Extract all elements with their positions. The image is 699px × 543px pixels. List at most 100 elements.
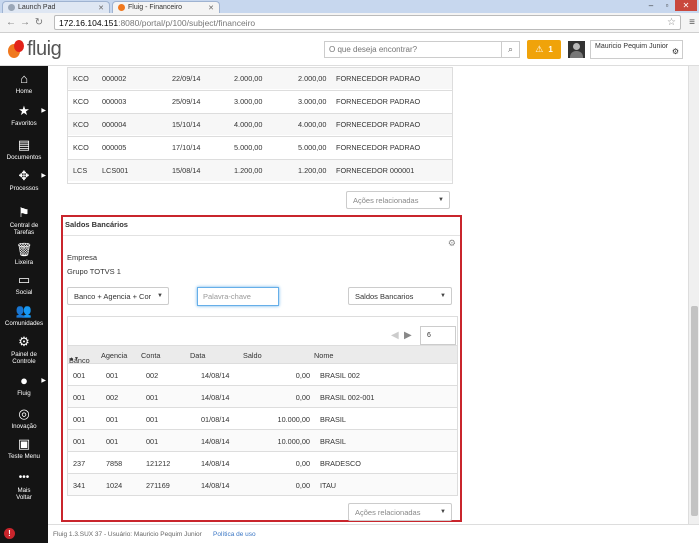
bank-balances-grid: ◀ ▶ 6 Banco ▲▼ Agencia Conta Data Saldo … — [67, 316, 458, 496]
main-content: KCO 000002 22/09/14 2.000,00 2.000,00 FO… — [48, 66, 688, 524]
search-icon[interactable]: ⌕ — [501, 42, 519, 57]
view-select-dropdown[interactable]: Saldos Bancarios ▼ — [348, 287, 452, 305]
caret-down-icon: ▼ — [440, 293, 446, 299]
browser-tab-bar: Launch Pad ✕ Fluig - Financeiro ✕ – ▫ ✕ — [0, 0, 699, 13]
table-row[interactable]: 001 001 001 01/08/14 10.000,00 BRASIL — [68, 407, 457, 429]
titles-table: KCO 000002 22/09/14 2.000,00 2.000,00 FO… — [67, 67, 453, 184]
table-row[interactable]: 341 1024 271169 14/08/14 0,00 ITAU — [68, 473, 457, 495]
tab-label: Fluig - Financeiro — [128, 4, 183, 11]
table-row[interactable]: KCO 000005 17/10/14 5.000,00 5.000,00 FO… — [68, 136, 452, 158]
sidebar-item-teste-menu[interactable]: ▣ Teste Menu — [0, 436, 48, 461]
innovation-icon: ◎ — [18, 406, 30, 421]
sidebar-item-lixeira[interactable]: 🗑 Lixeira — [0, 242, 48, 267]
fluig-logo[interactable]: fluig — [8, 38, 62, 61]
related-actions-dropdown-top[interactable]: Ações relacionadas ▼ — [346, 191, 450, 209]
previous-page-icon[interactable]: ◀ — [391, 330, 399, 341]
maximize-icon[interactable]: ▫ — [659, 0, 675, 11]
app-header: fluig ⌕ ⚠ 1 Mauricio Pequim Junior ⚙ — [0, 33, 699, 66]
table-row[interactable]: KCO 000003 25/09/14 3.000,00 3.000,00 FO… — [68, 90, 452, 112]
reload-icon[interactable]: ↻ — [32, 17, 46, 28]
sidebar-item-comunidades[interactable]: 👥 Comunidades — [0, 303, 48, 328]
logo-text: fluig — [27, 38, 62, 60]
sidebar-item-processos[interactable]: ✥ Processos ▶ — [0, 169, 48, 193]
divider — [63, 235, 460, 236]
info-icon[interactable]: ! — [4, 528, 15, 539]
sidebar-item-central-tarefas[interactable]: ⚑ Central de Tarefas — [0, 206, 48, 237]
notifications-button[interactable]: ⚠ 1 — [527, 40, 561, 59]
sidebar-item-painel-controle[interactable]: ⚙ Painel de Controle — [0, 334, 48, 366]
url-path: :8080/portal/p/100/subject/financeiro — [118, 17, 256, 28]
sort-icon: ▲▼ — [69, 356, 79, 362]
test-menu-icon: ▣ — [17, 436, 31, 451]
next-page-icon[interactable]: ▶ — [404, 330, 412, 341]
social-icon: ▭ — [17, 272, 31, 287]
sidebar: ⌂ Home ★ Favoritos ▶ ▤ Documentos ✥ Processos… — [0, 66, 48, 524]
column-header-conta[interactable]: Conta — [141, 351, 160, 360]
table-row[interactable]: KCO 000002 22/09/14 2.000,00 2.000,00 FO… — [68, 67, 452, 89]
trash-icon: 🗑 — [15, 242, 33, 257]
table-row[interactable]: KCO 000004 15/10/14 4.000,00 4.000,00 FO… — [68, 113, 452, 135]
column-header-data[interactable]: Data — [190, 351, 205, 360]
scrollbar-thumb[interactable] — [691, 306, 698, 516]
caret-down-icon: ▼ — [157, 293, 163, 299]
sidebar-item-inovacao[interactable]: ◎ Inovação — [0, 406, 48, 431]
global-search: ⌕ — [324, 41, 520, 58]
browser-menu-icon[interactable]: ≡ — [689, 17, 695, 28]
sidebar-item-home[interactable]: ⌂ Home — [0, 71, 48, 96]
table-row[interactable]: LCS LCS001 15/08/14 1.200,00 1.200,00 FO… — [68, 159, 452, 181]
bank-balances-widget: Saldos Bancários ⚙ Empresa Grupo TOTVS 1… — [61, 215, 462, 522]
chevron-right-icon: ▶ — [41, 173, 46, 179]
home-icon: ⌂ — [20, 71, 28, 86]
filter-field-dropdown[interactable]: Banco + Agencia + Cor ▼ — [67, 287, 169, 305]
grid-header: Banco ▲▼ Agencia Conta Data Saldo Nome — [68, 345, 457, 365]
table-row[interactable]: 237 7858 121212 14/08/14 0,00 BRADESCO — [68, 451, 457, 473]
fluig-favicon-icon — [118, 4, 125, 11]
user-menu[interactable]: Mauricio Pequim Junior ⚙ — [590, 40, 683, 59]
sidebar-item-voltar[interactable]: Voltar — [0, 494, 48, 501]
launch-pad-favicon-icon — [8, 4, 15, 11]
usage-policy-link[interactable]: Política de uso — [213, 531, 256, 538]
pager: ◀ ▶ 6 — [68, 326, 457, 346]
control-panel-icon: ⚙ — [18, 334, 30, 349]
sidebar-item-favoritos[interactable]: ★ Favoritos ▶ — [0, 104, 48, 128]
sidebar-item-social[interactable]: ▭ Social — [0, 272, 48, 297]
keyword-input[interactable]: Palavra-chave — [197, 287, 279, 306]
column-header-saldo[interactable]: Saldo — [243, 351, 262, 360]
page-scrollbar[interactable] — [688, 66, 699, 524]
sidebar-item-documentos[interactable]: ▤ Documentos — [0, 138, 48, 162]
alert-count: 1 — [548, 45, 553, 54]
column-header-nome[interactable]: Nome — [314, 351, 333, 360]
minimize-icon[interactable]: – — [643, 0, 659, 11]
back-arrow-icon[interactable]: ← — [4, 17, 18, 28]
chevron-right-icon: ▶ — [41, 378, 46, 384]
company-value: Grupo TOTVS 1 — [67, 267, 121, 276]
close-tab-icon[interactable]: ✕ — [98, 4, 104, 12]
column-header-agencia[interactable]: Agencia — [101, 351, 127, 360]
warning-icon: ⚠ — [535, 44, 544, 54]
avatar[interactable] — [568, 41, 585, 58]
forward-arrow-icon[interactable]: → — [18, 17, 32, 28]
footer-text: Fluig 1.3.SUX 37 - Usuário: Mauricio Peq… — [53, 530, 202, 538]
tab-fluig-financeiro[interactable]: Fluig - Financeiro ✕ — [112, 1, 220, 13]
url-input[interactable]: 172.16.104.151:8080/portal/p/100/subject… — [54, 15, 681, 30]
caret-down-icon: ▼ — [438, 197, 444, 203]
window-close-icon[interactable]: ✕ — [675, 0, 697, 11]
close-tab-icon[interactable]: ✕ — [208, 4, 214, 12]
communities-icon: 👥 — [15, 303, 33, 318]
search-input[interactable] — [325, 45, 499, 54]
table-row[interactable]: 001 001 002 14/08/14 0,00 BRASIL 002 — [68, 363, 457, 385]
tab-launch-pad[interactable]: Launch Pad ✕ — [2, 1, 110, 13]
chevron-right-icon: ▶ — [41, 108, 46, 114]
user-name: Mauricio Pequim Junior — [595, 43, 669, 50]
widget-settings-gear-icon[interactable]: ⚙ — [448, 238, 456, 249]
table-row[interactable]: 001 001 001 14/08/14 10.000,00 BRASIL — [68, 429, 457, 451]
table-row[interactable]: 001 002 001 14/08/14 0,00 BRASIL 002-001 — [68, 385, 457, 407]
sidebar-item-mais[interactable]: ••• Mais — [0, 471, 48, 494]
bookmark-star-icon[interactable]: ☆ — [667, 17, 676, 28]
related-actions-dropdown-bottom[interactable]: Ações relacionadas ▼ — [348, 503, 452, 521]
url-host: 172.16.104.151 — [59, 17, 119, 28]
page-number-input[interactable]: 6 — [420, 326, 456, 345]
sidebar-item-fluig[interactable]: ● Fluig ▶ — [0, 374, 48, 398]
gear-icon[interactable]: ⚙ — [672, 47, 679, 56]
window-controls: – ▫ ✕ — [643, 0, 697, 11]
